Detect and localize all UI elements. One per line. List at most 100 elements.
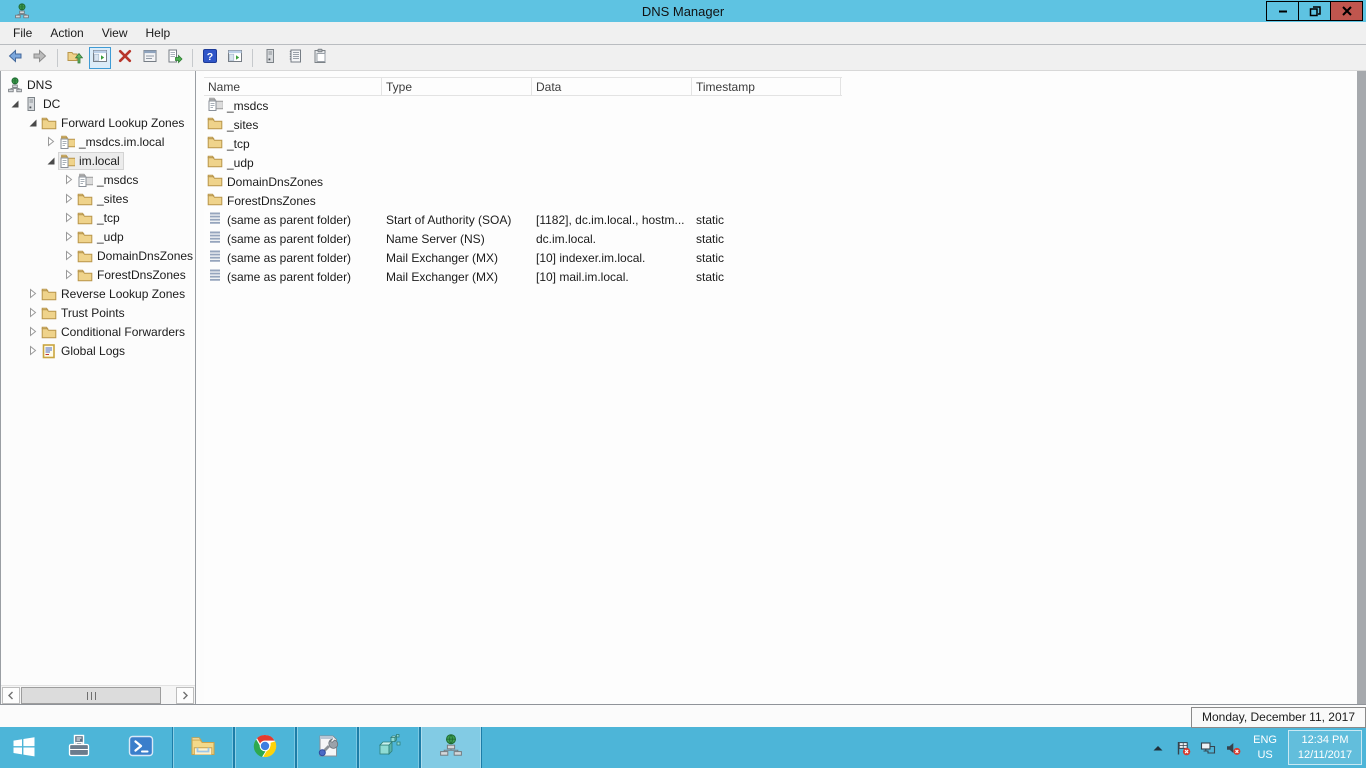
- network-status-icon[interactable]: [1199, 739, 1217, 757]
- folder-icon: [207, 115, 223, 134]
- collapse-arrow-icon[interactable]: [23, 115, 41, 131]
- table-row[interactable]: _msdcs: [204, 96, 1357, 115]
- tree-horizontal-scrollbar[interactable]: [1, 685, 195, 704]
- console-tree: DNSDCForward Lookup Zones _msdcs.im.local…: [1, 71, 195, 360]
- powershell-button[interactable]: [110, 727, 172, 768]
- collapse-arrow-icon[interactable]: [41, 153, 59, 169]
- date-tooltip: Monday, December 11, 2017: [1191, 707, 1366, 728]
- registry-editor-button[interactable]: [358, 727, 420, 768]
- tree-item-content: Reverse Lookup Zones: [41, 286, 188, 302]
- tree-item-domaindnszones[interactable]: DomainDnsZones: [1, 246, 195, 265]
- pane-splitter[interactable]: [196, 71, 204, 704]
- table-row[interactable]: DomainDnsZones: [204, 172, 1357, 191]
- tree-item-global-logs[interactable]: Global Logs: [1, 341, 195, 360]
- tree-item-label: _msdcs: [94, 172, 141, 188]
- clipboard-button[interactable]: [309, 47, 331, 69]
- menu-file[interactable]: File: [4, 23, 41, 43]
- tree-item-conditional-forwarders[interactable]: Conditional Forwarders: [1, 322, 195, 341]
- export-list-button[interactable]: [164, 47, 186, 69]
- forward-button[interactable]: [29, 47, 51, 69]
- expand-arrow-icon[interactable]: [23, 305, 41, 321]
- close-button[interactable]: [1330, 1, 1363, 21]
- properties-button[interactable]: [139, 47, 161, 69]
- table-row[interactable]: _sites: [204, 115, 1357, 134]
- server-button[interactable]: [259, 47, 281, 69]
- cell-name: ForestDnsZones: [204, 191, 382, 210]
- column-header-name[interactable]: Name: [204, 78, 382, 95]
- console-window-button[interactable]: [224, 47, 246, 69]
- start-button[interactable]: [0, 727, 48, 768]
- table-row[interactable]: (same as parent folder)Name Server (NS)d…: [204, 229, 1357, 248]
- chevron-left-icon: [7, 691, 15, 700]
- table-row[interactable]: (same as parent folder)Start of Authorit…: [204, 210, 1357, 229]
- expand-arrow-icon[interactable]: [23, 286, 41, 302]
- expand-arrow-icon[interactable]: [59, 172, 77, 188]
- tree-item-content: _msdcs.im.local: [59, 134, 167, 150]
- tree-item-sites[interactable]: _sites: [1, 189, 195, 208]
- tree-item-tcp[interactable]: _tcp: [1, 208, 195, 227]
- tree-item-dns[interactable]: DNS: [1, 75, 195, 94]
- restore-button[interactable]: [1298, 1, 1331, 21]
- column-header-timestamp[interactable]: Timestamp: [692, 78, 841, 95]
- back-button[interactable]: [4, 47, 26, 69]
- chrome-button[interactable]: [234, 727, 296, 768]
- row-name-label: DomainDnsZones: [227, 175, 323, 189]
- chevron-right-icon: [181, 691, 189, 700]
- expand-arrow-icon[interactable]: [41, 134, 59, 150]
- menu-action[interactable]: Action: [41, 23, 92, 43]
- table-row[interactable]: _udp: [204, 153, 1357, 172]
- collapse-arrow-icon[interactable]: [5, 96, 23, 112]
- expand-arrow-icon[interactable]: [59, 267, 77, 283]
- language-indicator[interactable]: ENG US: [1249, 733, 1281, 762]
- scroll-right-button[interactable]: [176, 687, 194, 704]
- server-manager-button[interactable]: [48, 727, 110, 768]
- table-row[interactable]: (same as parent folder)Mail Exchanger (M…: [204, 248, 1357, 267]
- tree-item-im-local[interactable]: im.local: [1, 151, 195, 170]
- tree-item-udp[interactable]: _udp: [1, 227, 195, 246]
- minimize-button[interactable]: [1266, 1, 1299, 21]
- column-header-type[interactable]: Type: [382, 78, 532, 95]
- chrome-icon: [252, 733, 278, 762]
- volume-muted-icon[interactable]: [1224, 739, 1242, 757]
- scroll-left-button[interactable]: [2, 687, 20, 704]
- expand-arrow-icon[interactable]: [59, 191, 77, 207]
- menu-help[interactable]: Help: [137, 23, 180, 43]
- show-console-tree-button[interactable]: [89, 47, 111, 69]
- expand-arrow-icon[interactable]: [59, 229, 77, 245]
- tree-item-dc[interactable]: DC: [1, 94, 195, 113]
- admin-tool-button[interactable]: [296, 727, 358, 768]
- expand-arrow-icon[interactable]: [59, 248, 77, 264]
- up-one-level-button[interactable]: [64, 47, 86, 69]
- server-manager-icon: [66, 733, 92, 762]
- status-bar: Monday, December 11, 2017: [0, 704, 1366, 727]
- table-row[interactable]: _tcp: [204, 134, 1357, 153]
- table-row[interactable]: (same as parent folder)Mail Exchanger (M…: [204, 267, 1357, 286]
- expand-arrow-icon[interactable]: [59, 210, 77, 226]
- action-center-flag-icon[interactable]: [1174, 739, 1192, 757]
- tree-item-forward-lookup-zones[interactable]: Forward Lookup Zones: [1, 113, 195, 132]
- tree-item-content: DNS: [7, 77, 55, 93]
- back-icon: [7, 48, 23, 67]
- dns-manager-button[interactable]: [420, 727, 482, 768]
- delete-button[interactable]: [114, 47, 136, 69]
- menu-view[interactable]: View: [93, 23, 137, 43]
- file-explorer-button[interactable]: [172, 727, 234, 768]
- console-main: DNSDCForward Lookup Zones _msdcs.im.local…: [0, 71, 1366, 704]
- column-header-data[interactable]: Data: [532, 78, 692, 95]
- tree-item-reverse-lookup-zones[interactable]: Reverse Lookup Zones: [1, 284, 195, 303]
- toolbar: ?: [0, 45, 1366, 71]
- folder-icon: [41, 115, 58, 131]
- tree-item-msdcs-im-local[interactable]: _msdcs.im.local: [1, 132, 195, 151]
- expand-arrow-icon[interactable]: [23, 343, 41, 359]
- clock[interactable]: 12:34 PM 12/11/2017: [1288, 730, 1362, 766]
- tray-expand-icon[interactable]: [1149, 739, 1167, 757]
- tree-item-msdcs[interactable]: _msdcs: [1, 170, 195, 189]
- notebook-button[interactable]: [284, 47, 306, 69]
- help-button[interactable]: ?: [199, 47, 221, 69]
- expand-arrow-icon[interactable]: [23, 324, 41, 340]
- table-row[interactable]: ForestDnsZones: [204, 191, 1357, 210]
- titlebar: DNS Manager: [0, 0, 1366, 22]
- tree-item-trust-points[interactable]: Trust Points: [1, 303, 195, 322]
- tree-item-forestdnszones[interactable]: ForestDnsZones: [1, 265, 195, 284]
- scrollbar-thumb[interactable]: [21, 687, 161, 704]
